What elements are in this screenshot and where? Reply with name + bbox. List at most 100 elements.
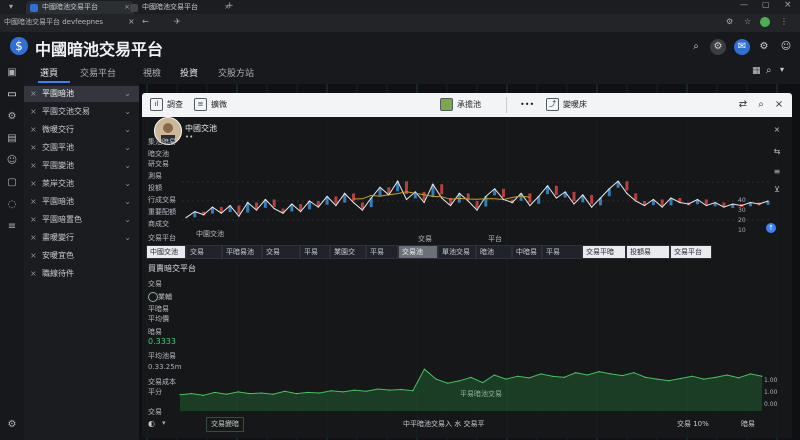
search-icon[interactable]: ⌕ (754, 98, 768, 112)
sidebar-item[interactable]: × 平園暗置色 ⌄ (24, 212, 139, 228)
gear-icon[interactable]: ⚙ (756, 39, 772, 55)
chat-icon[interactable]: ◌ (5, 198, 19, 212)
sidebar-item[interactable]: × 平園暗池 ⌄ (24, 194, 139, 210)
filter-cell[interactable]: 平易 (366, 245, 398, 259)
user-icon[interactable]: ☺ (5, 154, 19, 168)
pin-icon[interactable]: ✈ (174, 17, 181, 26)
close-icon[interactable]: × (30, 122, 37, 138)
browser-tab-active[interactable]: 中國暗池交易平台 × (26, 1, 134, 14)
filter-cell[interactable]: 交易平暗 (582, 245, 626, 259)
new-tab-icon[interactable]: + (226, 1, 234, 11)
filter-cell[interactable]: 單池交易 (438, 245, 476, 259)
tab-exchange[interactable]: 交股方站 (218, 66, 254, 79)
filter-cell[interactable]: 交易 (186, 245, 222, 259)
document-icon[interactable]: ▤ (5, 132, 19, 146)
settings-icon[interactable]: ⚙ (5, 110, 19, 124)
collapse-icon[interactable]: × (768, 123, 786, 137)
chevron-down-icon[interactable]: ⌄ (124, 176, 131, 192)
tab-invest[interactable]: 投資 (180, 66, 198, 79)
chevron-down-icon[interactable]: ⌄ (124, 158, 131, 174)
sidebar-item[interactable]: × 交園平池 ⌄ (24, 140, 139, 156)
filter-cell[interactable]: 平易 (542, 245, 582, 259)
close-icon[interactable]: × (30, 158, 37, 174)
chevron-down-icon[interactable]: ⌄ (124, 212, 131, 228)
chevron-down-icon[interactable]: ⌄ (124, 230, 131, 246)
close-icon[interactable]: × (30, 86, 37, 102)
sidebar-item[interactable]: × 萊岸交池 ⌄ (24, 176, 139, 192)
menu-icon[interactable]: ⋮ (780, 17, 788, 26)
report-button[interactable]: ≡ 擴微 (194, 97, 227, 113)
export-button[interactable]: ⤴ 變暖床 (546, 97, 587, 113)
play-icon[interactable]: ◐ (148, 419, 155, 428)
extension-icon[interactable]: ⚙ (726, 17, 733, 26)
settings-icon[interactable]: ⚙ (710, 39, 726, 55)
filter-cell[interactable]: 交易 (262, 245, 300, 259)
metric-value: 0.3333 (148, 337, 176, 346)
chevron-down-icon[interactable]: ⌄ (124, 140, 131, 156)
close-icon[interactable]: × (30, 266, 37, 282)
folder-icon[interactable]: ▢ (5, 176, 19, 190)
window-close-icon[interactable]: × (784, 0, 792, 10)
filter-cell[interactable]: 暗池 (476, 245, 512, 259)
user-icon[interactable]: ☺ (778, 39, 794, 55)
filter-cell[interactable]: 交易平台 (670, 245, 712, 259)
url-field[interactable]: 中國暗池交易平台 devfeepnes (4, 16, 124, 29)
sidebar-item[interactable]: × 微暖交行 ⌄ (24, 122, 139, 138)
tab-trading[interactable]: 交易平台 (80, 66, 116, 79)
maximize-icon[interactable]: ▢ (762, 0, 770, 9)
close-icon[interactable]: × (772, 98, 786, 112)
filter-cell[interactable]: 交易池 (398, 245, 438, 259)
filter-cell[interactable]: 投額易 (626, 245, 670, 259)
filter-cell[interactable]: 平暗易池 (222, 245, 262, 259)
gear-icon[interactable]: ⚙ (5, 418, 19, 432)
sidebar-item[interactable]: × 畫暖變行 ⌄ (24, 230, 139, 246)
browser-tab[interactable]: 中國暗池交易平台 × (126, 1, 234, 14)
refresh-icon[interactable]: ⇄ (736, 98, 750, 112)
chevron-down-icon[interactable]: ⌄ (124, 104, 131, 120)
close-icon[interactable]: × (30, 104, 37, 120)
scroll-top-icon[interactable]: ↑ (766, 223, 776, 233)
chevron-down-icon[interactable]: ▾ (780, 65, 784, 74)
tab-home[interactable]: 選頁 (40, 66, 58, 79)
sidebar-item[interactable]: × 職線待件 (24, 266, 139, 282)
database-icon[interactable]: ≡ (5, 220, 19, 234)
bottom-pill[interactable]: 交易變暗 (206, 417, 244, 432)
sidebar-item[interactable]: × 平園交池交易 ⌄ (24, 104, 139, 120)
chevron-down-icon[interactable]: ⌄ (124, 86, 131, 102)
back-icon[interactable]: ← (142, 17, 149, 26)
area-point (540, 373, 542, 375)
tab-menu-icon[interactable]: ▾ (6, 2, 16, 12)
close-icon[interactable]: × (30, 194, 37, 210)
filter-cell[interactable]: 中暗易 (512, 245, 542, 259)
sidebar-item[interactable]: × 安暖宜色 (24, 248, 139, 264)
close-icon[interactable]: × (128, 17, 135, 26)
monitor-icon[interactable]: ▭ (5, 88, 19, 102)
chevron-down-icon[interactable]: ⌄ (124, 194, 131, 210)
message-icon[interactable]: ✉ (734, 39, 750, 55)
dashboard-icon[interactable]: ▣ (5, 66, 19, 80)
filter-cell[interactable]: 中國交池 (146, 245, 186, 259)
minimize-icon[interactable]: — (740, 0, 748, 9)
bookmark-icon[interactable]: ☆ (744, 17, 751, 26)
chevron-down-icon[interactable]: ▾ (162, 419, 166, 427)
profile-avatar[interactable] (760, 17, 770, 27)
filter-cell[interactable]: 平易 (300, 245, 330, 259)
close-icon[interactable]: × (30, 230, 37, 246)
close-icon[interactable]: × (30, 176, 37, 192)
toggle-icon[interactable]: ⇆ (768, 145, 786, 159)
filter-cell[interactable]: 業園交 (330, 245, 366, 259)
chevron-down-icon[interactable]: ⌄ (124, 122, 131, 138)
chart-button[interactable]: ıl 調查 (150, 97, 183, 113)
close-icon[interactable]: × (30, 212, 37, 228)
search-icon[interactable]: ⌕ (688, 39, 704, 55)
user-button[interactable]: 承擔池 (440, 97, 481, 113)
close-icon[interactable]: × (30, 140, 37, 156)
calendar-icon[interactable]: ▦ (752, 66, 761, 76)
close-icon[interactable]: × (30, 248, 37, 264)
search-icon[interactable]: ⌕ (766, 65, 772, 76)
area-point (505, 378, 507, 380)
tab-view[interactable]: 視檢 (143, 66, 161, 79)
more-button[interactable]: ••• (520, 97, 534, 113)
sidebar-item[interactable]: × 平園暗池 ⌄ (24, 86, 139, 102)
sidebar-item[interactable]: × 平園變池 ⌄ (24, 158, 139, 174)
